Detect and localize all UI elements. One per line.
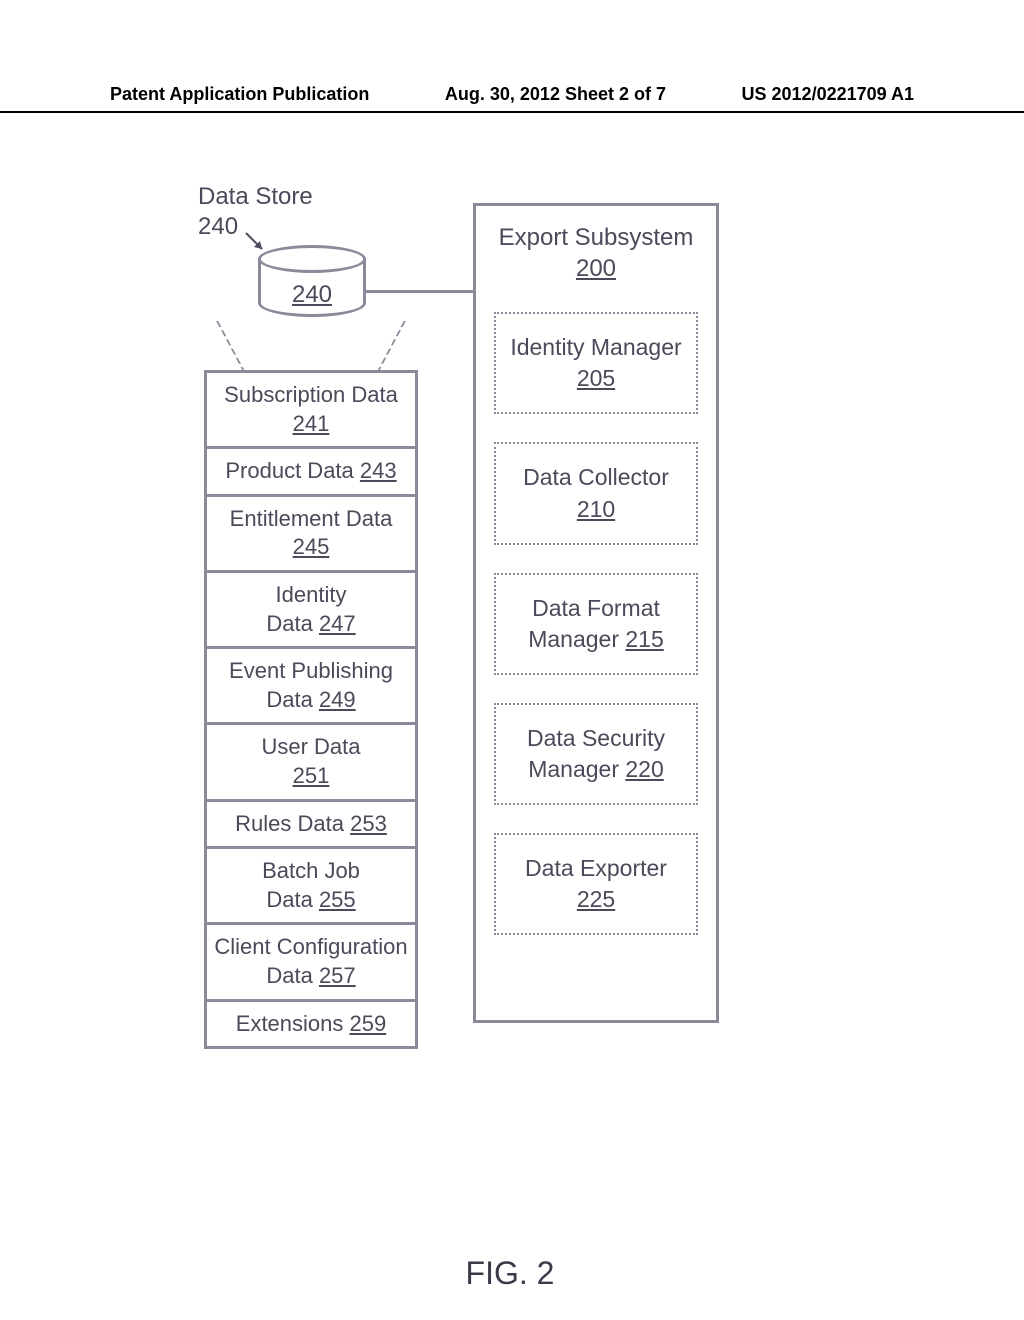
export-subsystem: Export Subsystem 200 Identity Manager 20… xyxy=(473,203,719,1023)
datastore-stack: Subscription Data 241 Product Data 243 E… xyxy=(204,370,418,1049)
figure-label: FIG. 2 xyxy=(110,1255,910,1292)
subsystem-box: Data Exporter 225 xyxy=(494,833,698,935)
stack-item: Entitlement Data 245 xyxy=(207,497,415,573)
stack-item: Batch Job Data 255 xyxy=(207,849,415,925)
figure-diagram: Data Store 240 240 Subscription Data 241… xyxy=(110,155,910,1205)
datastore-cylinder: 240 xyxy=(258,245,366,323)
cylinder-ref: 240 xyxy=(258,281,366,309)
stack-item: Extensions 259 xyxy=(207,1002,415,1047)
subsystem-box: Data Format Manager 215 xyxy=(494,573,698,675)
datastore-label: Data Store xyxy=(198,183,313,211)
stack-item: Product Data 243 xyxy=(207,449,415,497)
subsystem-box: Data Security Manager 220 xyxy=(494,703,698,805)
connector-line xyxy=(366,290,473,293)
subsystem-box: Data Collector 210 xyxy=(494,442,698,544)
page-header: Patent Application Publication Aug. 30, … xyxy=(0,84,1024,113)
header-center: Aug. 30, 2012 Sheet 2 of 7 xyxy=(445,84,666,105)
stack-item: Event Publishing Data 249 xyxy=(207,649,415,725)
subsystem-title: Export Subsystem 200 xyxy=(494,222,698,284)
dashed-connector-left xyxy=(216,321,298,373)
stack-item: User Data 251 xyxy=(207,725,415,801)
stack-item: Rules Data 253 xyxy=(207,802,415,850)
stack-item: Identity Data 247 xyxy=(207,573,415,649)
datastore-ref: 240 xyxy=(198,213,238,241)
stack-item: Subscription Data 241 xyxy=(207,373,415,449)
header-left: Patent Application Publication xyxy=(110,84,369,105)
header-right: US 2012/0221709 A1 xyxy=(742,84,914,105)
stack-item: Client Configuration Data 257 xyxy=(207,925,415,1001)
dashed-connector-right xyxy=(324,321,406,373)
subsystem-box: Identity Manager 205 xyxy=(494,312,698,414)
